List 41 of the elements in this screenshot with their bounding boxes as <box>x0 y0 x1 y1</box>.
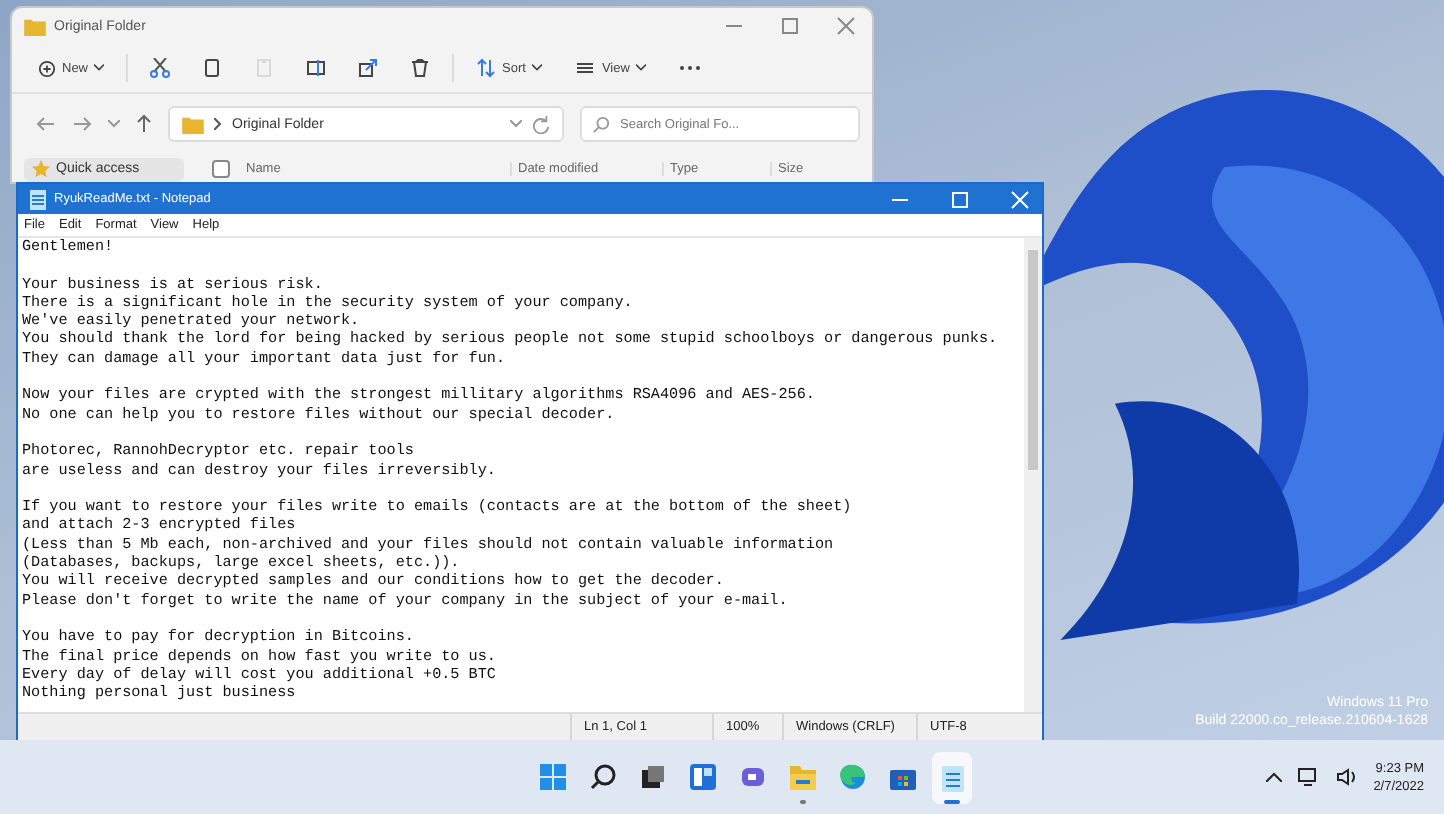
vertical-scrollbar[interactable] <box>1024 238 1042 712</box>
chevron-up-icon[interactable] <box>1265 772 1282 782</box>
store-icon[interactable] <box>889 764 915 790</box>
folder-icon <box>182 115 204 133</box>
up-arrow-icon[interactable] <box>136 114 152 134</box>
rename-icon <box>306 58 327 78</box>
network-icon[interactable] <box>1297 768 1320 786</box>
notepad-icon <box>30 189 46 209</box>
forward-arrow-icon[interactable] <box>72 116 92 132</box>
search-icon <box>592 115 610 133</box>
chevron-down-icon[interactable] <box>510 120 522 128</box>
refresh-icon[interactable] <box>532 115 550 133</box>
widgets-icon[interactable] <box>689 764 715 790</box>
speaker-icon[interactable] <box>1335 768 1358 786</box>
star-icon <box>32 160 50 178</box>
browser-icon[interactable] <box>839 764 865 790</box>
plus-circle-icon <box>38 59 56 77</box>
notepad-icon[interactable] <box>941 763 963 791</box>
list-lines-icon <box>573 58 596 78</box>
caret-icon <box>531 64 542 72</box>
close-icon[interactable] <box>836 16 856 36</box>
folder-icon[interactable] <box>789 764 815 790</box>
caret-icon <box>94 64 105 72</box>
chevron-right-icon <box>214 118 222 130</box>
trash-icon <box>410 58 431 78</box>
task-view-icon[interactable] <box>639 764 665 790</box>
sort-arrows-icon <box>476 58 497 78</box>
folder-icon <box>24 17 46 35</box>
maximize-icon[interactable] <box>780 16 800 36</box>
clipboard-icon <box>254 58 275 78</box>
share-icon <box>358 58 379 78</box>
windows-logo-icon[interactable] <box>539 764 565 790</box>
back-arrow-icon[interactable] <box>36 116 56 132</box>
caret-icon <box>635 64 646 72</box>
select-all-checkbox[interactable] <box>212 160 230 178</box>
more-dots-icon <box>677 64 702 72</box>
chat-icon[interactable] <box>739 764 765 790</box>
copy-icon <box>202 58 223 78</box>
search-icon[interactable] <box>589 764 615 790</box>
chevron-down-icon[interactable] <box>108 120 120 128</box>
scissors-icon <box>150 58 171 78</box>
